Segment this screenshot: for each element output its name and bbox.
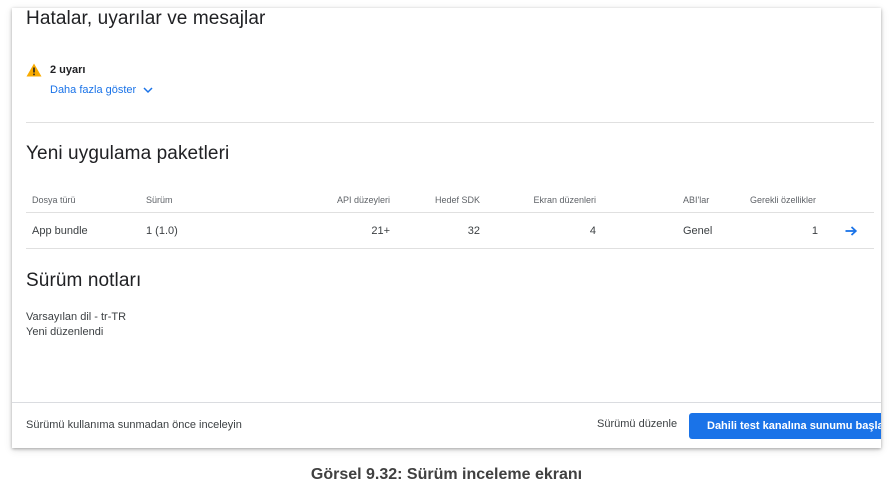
cell-api-levels: 21+ — [371, 225, 390, 237]
release-note-text: Yeni düzenlendi — [26, 326, 104, 338]
packages-table: Dosya türü Sürüm API düzeyleri Hedef SDK… — [26, 186, 874, 249]
show-more-link[interactable]: Daha fazla göster — [50, 84, 154, 96]
header-target-sdk: Hedef SDK — [434, 195, 480, 205]
cell-screen-layouts: 4 — [589, 225, 596, 237]
release-review-card: Hatalar, uyarılar ve mesajlar 2 uyarı Da… — [12, 8, 881, 448]
footer-bar: Sürümü kullanıma sunmadan önce inceleyin… — [12, 402, 881, 448]
cell-version: 1 (1.0) — [146, 225, 178, 237]
footer-hint: Sürümü kullanıma sunmadan önce inceleyin — [26, 419, 242, 431]
edit-release-button[interactable]: Sürümü düzenle — [597, 418, 677, 430]
header-required-features: Gerekli özellikler — [750, 195, 817, 205]
release-note-language: Varsayılan dil - tr-TR — [26, 311, 127, 323]
section-divider — [26, 122, 874, 123]
header-file-type: Dosya türü — [32, 195, 76, 205]
header-api-levels: API düzeyleri — [336, 195, 390, 205]
chevron-down-icon — [143, 87, 153, 94]
cell-target-sdk: 32 — [467, 225, 480, 237]
warning-icon — [26, 63, 42, 77]
cell-file-type: App bundle — [32, 225, 88, 237]
figure-caption: Görsel 9.32: Sürüm inceleme ekranı — [310, 466, 583, 483]
start-rollout-button[interactable]: Dahili test kanalına sunumu başlat — [689, 413, 881, 439]
release-notes-title: Sürüm notları — [26, 270, 142, 291]
warnings-summary: 2 uyarı — [26, 63, 85, 77]
table-row[interactable]: App bundle 1 (1.0) 21+ 32 4 Genel 1 — [26, 213, 874, 249]
errors-section-title: Hatalar, uyarılar ve mesajlar — [26, 8, 266, 29]
table-header-row: Dosya türü Sürüm API düzeyleri Hedef SDK… — [26, 186, 874, 213]
cell-abis: Genel — [683, 225, 713, 237]
header-screen-layouts: Ekran düzenleri — [533, 195, 596, 205]
cell-required-features: 1 — [811, 225, 818, 237]
header-version: Sürüm — [146, 195, 173, 205]
header-abis: ABI'lar — [683, 195, 710, 205]
arrow-right-icon[interactable] — [844, 224, 858, 238]
packages-section-title: Yeni uygulama paketleri — [26, 143, 230, 164]
show-more-label: Daha fazla göster — [50, 84, 137, 96]
warnings-count: 2 uyarı — [50, 64, 86, 76]
